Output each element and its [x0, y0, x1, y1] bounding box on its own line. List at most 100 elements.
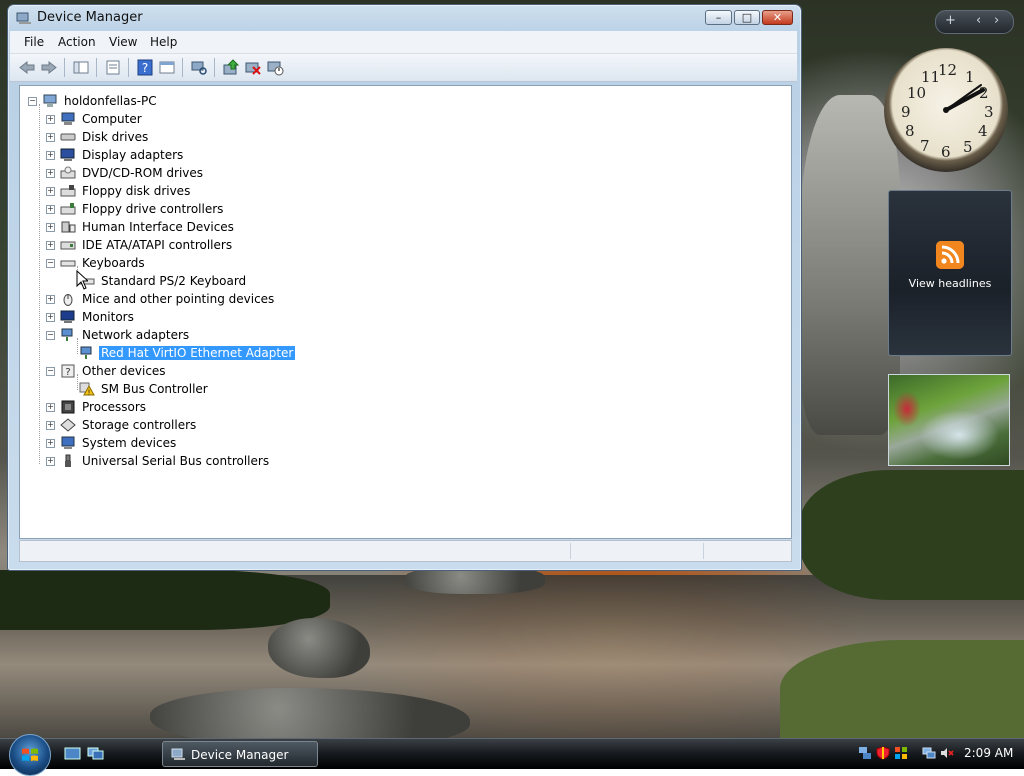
clock-time[interactable]: 2:09 AM [964, 746, 1013, 760]
update-driver-icon[interactable] [222, 59, 240, 76]
add-gadget-button[interactable]: + [945, 13, 956, 28]
expand-icon[interactable]: + [46, 133, 55, 142]
device-tree[interactable]: − holdonfellas-PC + Computer + Disk driv… [19, 85, 792, 539]
tree-item-label: Display adapters [82, 148, 184, 162]
expand-icon[interactable]: + [46, 151, 55, 160]
collapse-icon[interactable]: − [28, 97, 37, 106]
tree-root-label: holdonfellas-PC [64, 94, 157, 108]
maximize-icon: □ [741, 11, 753, 24]
title-bar[interactable]: Device Manager – □ ✕ [8, 5, 801, 31]
usb-icon [65, 454, 71, 467]
forward-icon[interactable] [40, 59, 58, 76]
keyboard-icon [60, 260, 76, 267]
shore-right [800, 470, 1024, 600]
disable-icon[interactable] [266, 59, 284, 76]
slideshow-gadget[interactable] [888, 374, 1010, 466]
device-manager-window: Device Manager – □ ✕ File Action View He… [7, 4, 802, 571]
expand-icon[interactable]: + [46, 223, 55, 232]
back-icon[interactable] [18, 59, 36, 76]
toolbar-separator [128, 58, 129, 77]
show-desktop-icon[interactable] [64, 746, 81, 761]
expand-icon[interactable]: + [46, 205, 55, 214]
tree-item-label: Disk drives [82, 130, 149, 144]
uninstall-icon[interactable] [244, 59, 262, 76]
tree-item-label: Computer [82, 112, 142, 126]
properties-icon[interactable] [104, 59, 122, 76]
mouse-icon [63, 294, 73, 306]
toolbar: ? [10, 54, 797, 82]
tree-item-label: Floppy drive controllers [82, 202, 224, 216]
expand-icon[interactable]: + [46, 169, 55, 178]
expand-icon[interactable]: + [46, 187, 55, 196]
start-button[interactable] [9, 734, 51, 776]
maximize-button[interactable]: □ [734, 10, 760, 25]
system-device-icon [61, 436, 75, 449]
help-icon[interactable]: ? [136, 59, 154, 76]
tree-item-label: Standard PS/2 Keyboard [101, 274, 247, 288]
expand-icon[interactable]: + [46, 421, 55, 430]
svg-text:!: ! [88, 389, 91, 397]
network-icon[interactable] [858, 746, 872, 760]
scan-hardware-icon[interactable] [190, 59, 208, 76]
toolbar-separator [64, 58, 65, 77]
minimize-button[interactable]: – [705, 10, 732, 25]
expand-icon[interactable]: + [46, 295, 55, 304]
taskbar: Device Manager 2:09 AM [0, 734, 1024, 776]
tree-item-label: Floppy disk drives [82, 184, 191, 198]
menu-help[interactable]: Help [150, 35, 177, 49]
tree-item-label: Human Interface Devices [82, 220, 234, 234]
console-tree-icon[interactable] [72, 59, 90, 76]
tree-item-label: Processors [82, 400, 147, 414]
next-page-button[interactable]: › [994, 13, 999, 28]
clock-hands-icon [943, 84, 985, 113]
expand-icon[interactable]: + [46, 439, 55, 448]
minimize-icon: – [715, 11, 722, 24]
toolbar-separator [96, 58, 97, 77]
expand-icon[interactable]: + [46, 313, 55, 322]
tree-guide-line [77, 374, 78, 390]
switch-windows-icon[interactable] [87, 746, 104, 761]
details-icon[interactable] [158, 59, 176, 76]
hid-icon [61, 221, 76, 233]
computer-icon [43, 94, 57, 107]
feed-headlines-gadget[interactable]: View headlines [888, 190, 1012, 356]
menu-bar: File Action View Help [10, 31, 797, 54]
expand-icon[interactable]: + [46, 403, 55, 412]
mouse-cursor-icon [76, 270, 88, 290]
toolbar-separator [182, 58, 183, 77]
toolbar-separator [214, 58, 215, 77]
rss-icon [936, 241, 964, 269]
collapse-icon[interactable]: − [46, 331, 55, 340]
tree-guide-line [77, 338, 78, 354]
menu-file[interactable]: File [24, 35, 44, 49]
expand-icon[interactable]: + [46, 115, 55, 124]
collapse-icon[interactable]: − [46, 367, 55, 376]
display-adapter-icon [60, 148, 75, 161]
tree-item-label: Monitors [82, 310, 134, 324]
disk-drive-icon [60, 133, 76, 141]
network-status-icon[interactable] [922, 746, 936, 760]
expand-icon[interactable]: + [46, 241, 55, 250]
warning-icon: ! [79, 382, 95, 396]
network-adapter-icon [80, 346, 92, 359]
menu-view[interactable]: View [109, 35, 137, 49]
status-bar [19, 540, 792, 562]
volume-muted-icon[interactable] [940, 746, 954, 760]
menu-action[interactable]: Action [58, 35, 96, 49]
close-button[interactable]: ✕ [762, 10, 793, 25]
view-headlines-label[interactable]: View headlines [889, 277, 1011, 290]
taskbar-item-label: Device Manager [191, 748, 289, 762]
tree-item-label: DVD/CD-ROM drives [82, 166, 204, 180]
collapse-icon[interactable]: − [46, 259, 55, 268]
selected-device-label: Red Hat VirtIO Ethernet Adapter [97, 345, 297, 361]
expand-icon[interactable]: + [46, 457, 55, 466]
security-shield-icon[interactable] [876, 746, 890, 760]
window-title: Device Manager [37, 10, 143, 25]
tree-item-label: Network adapters [82, 328, 190, 342]
shore-left [0, 570, 330, 630]
clock-gadget[interactable]: 12 1 2 3 4 5 6 7 8 9 10 11 [884, 48, 1008, 172]
floppy-drive-icon [60, 185, 76, 197]
windows-update-icon[interactable] [894, 746, 908, 760]
previous-page-button[interactable]: ‹ [976, 13, 981, 28]
taskbar-device-manager[interactable]: Device Manager [162, 741, 318, 767]
